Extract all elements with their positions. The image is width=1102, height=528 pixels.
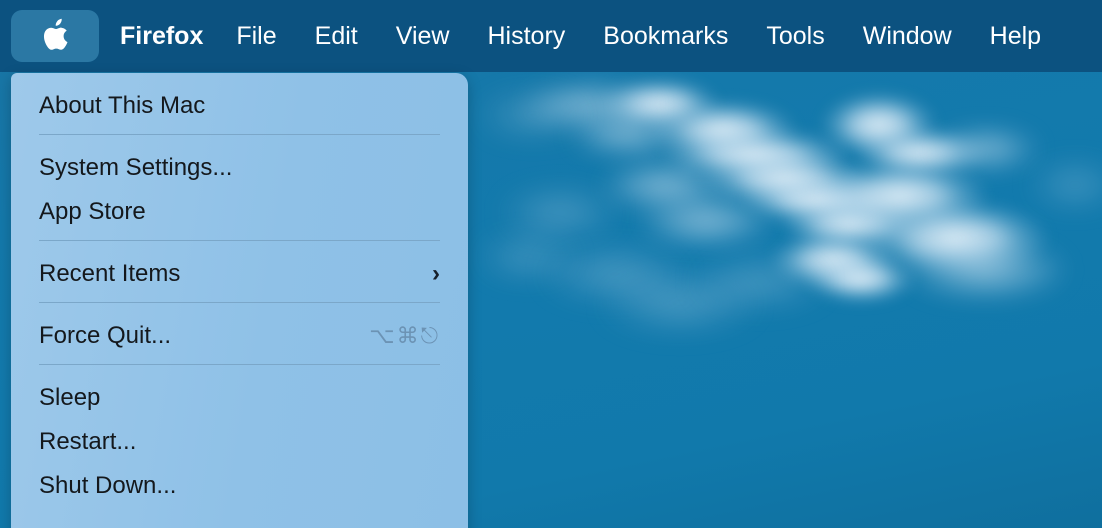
cloud bbox=[780, 198, 920, 250]
menubar-item-bookmarks[interactable]: Bookmarks bbox=[603, 23, 728, 49]
chevron-right-icon: › bbox=[432, 260, 440, 287]
menu-spacer bbox=[11, 303, 468, 314]
menu-item-sleep[interactable]: Sleep bbox=[11, 376, 468, 420]
menu-item-label: Shut Down... bbox=[39, 472, 177, 499]
cloud bbox=[478, 238, 578, 276]
cloud bbox=[900, 240, 1070, 300]
cloud bbox=[636, 196, 776, 246]
menu-item-label: App Store bbox=[39, 198, 146, 225]
menu-item-about-this-mac[interactable]: About This Mac bbox=[11, 84, 468, 128]
menu-item-label: Force Quit... bbox=[39, 322, 172, 349]
menu-top-spacer bbox=[11, 73, 468, 84]
menubar-item-history[interactable]: History bbox=[488, 23, 566, 49]
cloud bbox=[648, 100, 798, 160]
cloud bbox=[690, 258, 830, 306]
cloud bbox=[540, 248, 690, 300]
cloud bbox=[568, 112, 688, 156]
menu-item-system-settings[interactable]: System Settings... bbox=[11, 146, 468, 190]
cloud bbox=[860, 200, 1050, 276]
cloud bbox=[820, 92, 938, 158]
menubar-item-help[interactable]: Help bbox=[990, 23, 1041, 49]
menu-item-label: Recent Items bbox=[39, 260, 181, 287]
menu-item-shortcut: ⌥⌘⎋ bbox=[369, 323, 440, 348]
screen: Firefox File Edit View History Bookmarks… bbox=[0, 0, 1102, 528]
menubar-item-view[interactable]: View bbox=[396, 23, 450, 49]
menu-item-shut-down[interactable]: Shut Down... bbox=[11, 464, 468, 508]
apple-menu-button[interactable] bbox=[11, 10, 99, 62]
menubar-item-window[interactable]: Window bbox=[863, 23, 952, 49]
cloud bbox=[600, 162, 730, 210]
cloud bbox=[806, 255, 916, 303]
menubar-item-edit[interactable]: Edit bbox=[315, 23, 358, 49]
menu-item-force-quit[interactable]: Force Quit... ⌥⌘⎋ bbox=[11, 314, 468, 358]
cloud bbox=[810, 160, 990, 232]
menubar-item-file[interactable]: File bbox=[236, 23, 276, 49]
menu-item-label: Sleep bbox=[39, 384, 101, 411]
cloud bbox=[600, 275, 760, 331]
menu-item-app-store[interactable]: App Store bbox=[11, 190, 468, 234]
cloud bbox=[742, 175, 892, 225]
menu-spacer bbox=[11, 365, 468, 376]
apple-logo-icon bbox=[40, 18, 70, 54]
menu-item-restart[interactable]: Restart... bbox=[11, 420, 468, 464]
menu-item-label: About This Mac bbox=[39, 92, 206, 119]
cloud bbox=[855, 128, 985, 178]
apple-menu-dropdown: About This Mac System Settings... App St… bbox=[11, 73, 468, 528]
menu-item-recent-items[interactable]: Recent Items › bbox=[11, 252, 468, 296]
cloud bbox=[660, 128, 850, 182]
cloud bbox=[520, 82, 660, 128]
menubar-item-firefox[interactable]: Firefox bbox=[120, 23, 203, 49]
cloud bbox=[600, 78, 720, 130]
menu-spacer bbox=[11, 135, 468, 146]
cloud bbox=[930, 128, 1040, 170]
menu-item-label: Restart... bbox=[39, 428, 137, 455]
menu-bar: Firefox File Edit View History Bookmarks… bbox=[0, 0, 1102, 72]
menu-item-label: System Settings... bbox=[39, 154, 233, 181]
menubar-item-tools[interactable]: Tools bbox=[766, 23, 824, 49]
cloud bbox=[770, 232, 896, 288]
cloud bbox=[700, 150, 870, 208]
cloud bbox=[500, 190, 620, 236]
menu-spacer bbox=[11, 241, 468, 252]
cloud bbox=[1030, 165, 1102, 205]
cloud bbox=[478, 95, 588, 135]
